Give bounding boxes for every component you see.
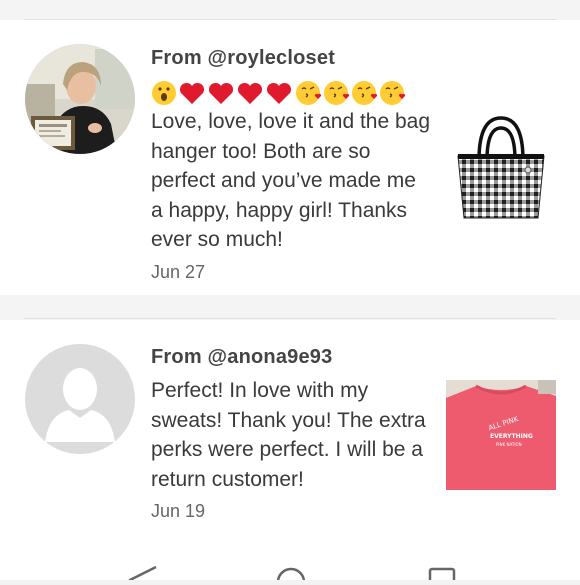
review-author[interactable]: From @roylecloset — [151, 47, 335, 70]
review-card: From @anona9e93 Perfect! In love with my… — [0, 320, 580, 545]
profile-photo-icon — [25, 44, 135, 154]
print-line-3: PINK NATION — [496, 442, 522, 447]
home-circle-icon[interactable] — [276, 567, 306, 585]
user-avatar[interactable] — [25, 344, 135, 454]
emoji-icons — [152, 81, 406, 105]
review-date: Jun 27 — [151, 262, 206, 282]
divider — [24, 318, 556, 319]
system-navbar — [0, 545, 580, 585]
gingham-tote-bag-icon — [446, 112, 556, 222]
review-text: Love, love, love it and the bag hanger t… — [151, 110, 431, 251]
review-feed: From @roylecloset Love, love, love it an… — [0, 0, 580, 545]
user-avatar[interactable] — [25, 44, 135, 154]
review-date: Jun 19 — [151, 501, 206, 521]
review-author[interactable]: From @anona9e93 — [151, 346, 332, 369]
navbar-icons — [128, 565, 456, 585]
listing-thumbnail[interactable] — [446, 112, 556, 222]
back-triangle-icon[interactable] — [128, 565, 157, 585]
listing-thumbnail[interactable]: ALL PINK EVERYTHING PINK NATION — [446, 380, 556, 490]
print-line-2: EVERYTHING — [490, 433, 533, 440]
review-card: From @roylecloset Love, love, love it an… — [0, 20, 580, 295]
recents-square-icon[interactable] — [428, 567, 456, 585]
pink-sweatshirt-icon: ALL PINK EVERYTHING PINK NATION — [446, 380, 556, 490]
review-text: Perfect! In love with my sweats! Thank y… — [151, 379, 426, 491]
default-user-icon — [25, 344, 135, 454]
